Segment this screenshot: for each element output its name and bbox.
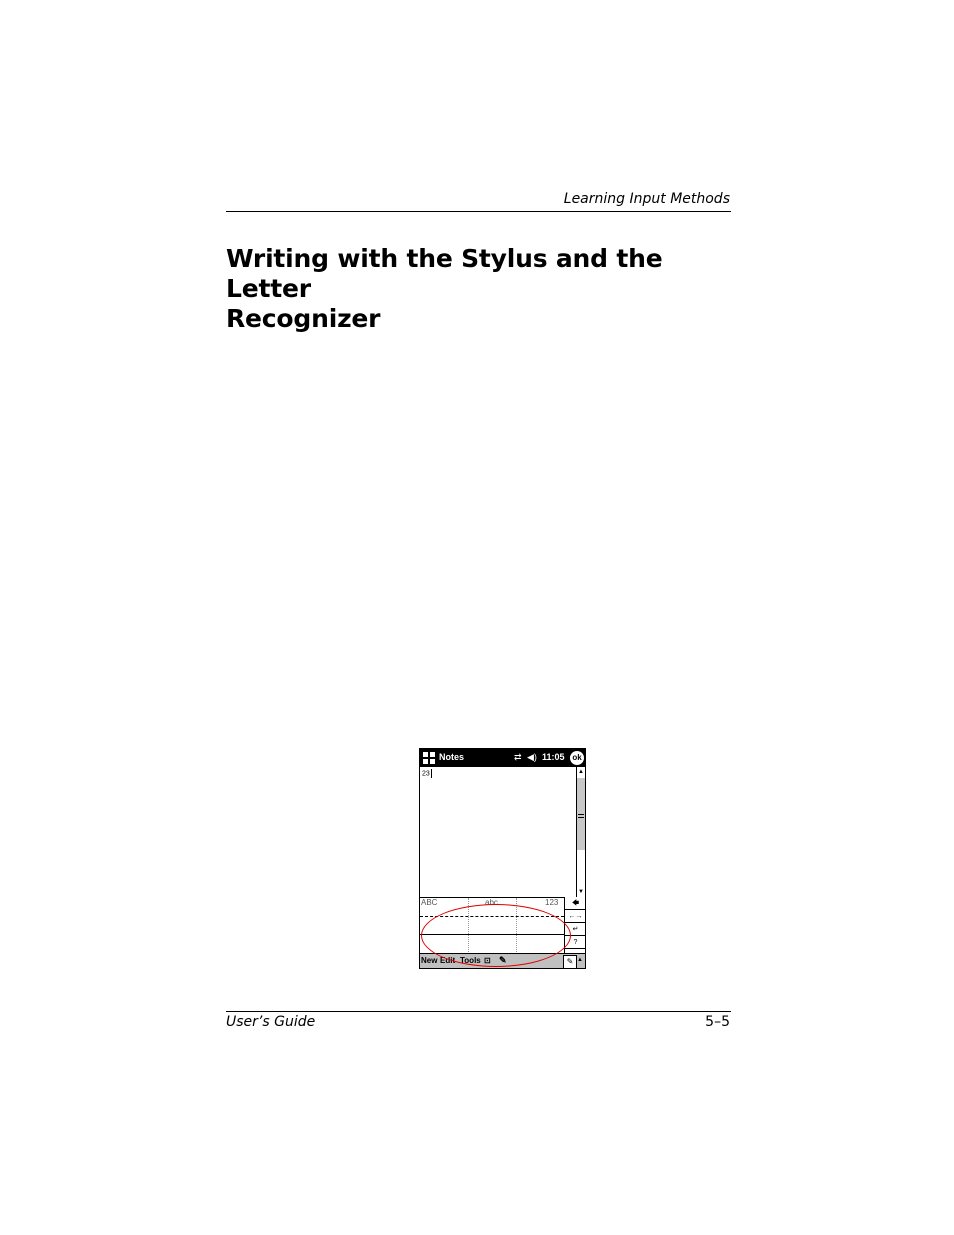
- page-number: 5–5: [705, 1014, 730, 1030]
- connectivity-icon[interactable]: ⇄: [514, 752, 522, 763]
- vertical-scrollbar[interactable]: ▲ ▼: [576, 767, 585, 897]
- arrows-icon[interactable]: ←→: [565, 910, 585, 923]
- text-caret: [430, 769, 432, 778]
- footer-guide-title: User’s Guide: [226, 1014, 316, 1030]
- windows-flag-icon[interactable]: [422, 751, 436, 765]
- section-title-line1: Writing with the Stylus and the Letter: [226, 244, 663, 303]
- speaker-icon[interactable]: ◀): [527, 752, 537, 763]
- app-title: Notes: [439, 752, 465, 762]
- ok-button[interactable]: ok: [570, 751, 584, 765]
- header-rule: [226, 211, 731, 212]
- zone-label-numeric: 123: [545, 898, 559, 907]
- input-panel-icon[interactable]: ✎: [563, 955, 577, 968]
- running-head: Learning Input Methods: [563, 191, 730, 207]
- zone-label-upper: ABC: [421, 898, 438, 907]
- title-bar: Notes ⇄ ◀) 11:05 ok: [420, 749, 585, 767]
- note-text: 23: [422, 769, 432, 778]
- footer-rule: [226, 1011, 731, 1012]
- backspace-icon[interactable]: 🡄: [565, 897, 585, 910]
- section-title-line2: Recognizer: [226, 304, 381, 333]
- clock[interactable]: 11:05: [542, 752, 565, 762]
- scroll-up-arrow-icon[interactable]: ▲: [577, 767, 585, 777]
- grip-icon: [578, 814, 584, 818]
- section-title: Writing with the Stylus and the Letter R…: [226, 244, 746, 334]
- recognizer-highlight-ellipse: [421, 904, 571, 967]
- note-area[interactable]: 23: [420, 767, 576, 897]
- input-panel-arrow-icon[interactable]: ▲: [577, 957, 583, 963]
- menu-new[interactable]: New: [421, 956, 437, 965]
- scroll-thumb[interactable]: [577, 778, 585, 850]
- scroll-down-arrow-icon[interactable]: ▼: [577, 887, 585, 897]
